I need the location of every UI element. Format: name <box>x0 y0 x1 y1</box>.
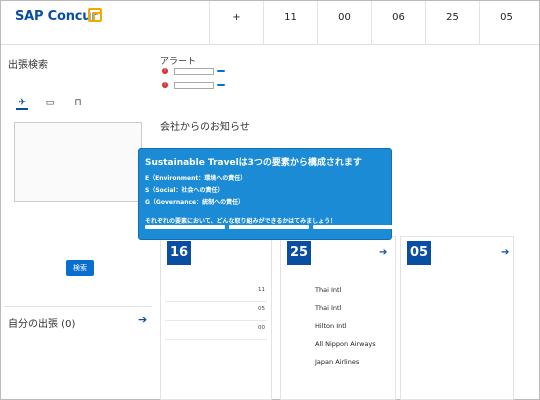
list-item[interactable]: 00 <box>165 321 267 340</box>
arrow-right-icon[interactable]: ➔ <box>138 313 147 326</box>
stat-expenses[interactable]: 05 <box>479 1 533 45</box>
popup-line-social: S（Social：社会への責任） <box>145 187 224 194</box>
stat-expenses-num: 05 <box>500 12 513 23</box>
stat-invoices-num: 06 <box>392 12 405 23</box>
sustainable-travel-popup[interactable]: Sustainable Travelは3つの要素から構成されます E（Envir… <box>138 148 393 240</box>
list-item[interactable]: Thai Intl <box>285 301 391 319</box>
alert-update-button[interactable] <box>217 70 225 72</box>
list-item[interactable] <box>405 337 509 355</box>
travel-mode-tabs: ✈ ▭ ⊓ <box>16 98 84 110</box>
stat-reports-num: 25 <box>446 12 459 23</box>
list-item[interactable]: Japan Airlines <box>285 355 391 373</box>
trip-search-tabs <box>12 80 28 87</box>
flight-icon[interactable]: ✈ <box>16 98 28 110</box>
list-item[interactable]: 11 <box>165 283 267 302</box>
alert-icon: ! <box>162 82 168 88</box>
reports-list: Thai Intl Thai Intl Hilton Intl All Nipp… <box>285 283 391 373</box>
my-trips-panel: 自分の出張 (0) ➔ <box>4 306 152 396</box>
list-item[interactable] <box>405 283 509 301</box>
alert-date-field[interactable] <box>174 81 214 89</box>
trip-search-title: 出張検索 <box>8 60 48 71</box>
list-item[interactable] <box>405 355 509 373</box>
row-vendor: All Nippon Airways <box>315 340 376 348</box>
trip-search-form[interactable] <box>14 122 142 202</box>
row-vendor: Thai Intl <box>315 304 342 312</box>
sap-concur-logo[interactable]: SAP Concur <box>15 9 98 24</box>
popup-buttons <box>145 225 393 229</box>
stat-invoices[interactable]: 06 <box>371 1 425 45</box>
governance-button[interactable] <box>313 225 393 229</box>
alert-icon: ! <box>162 68 168 74</box>
row-vendor: Thai Intl <box>315 286 342 294</box>
environment-button[interactable] <box>145 225 225 229</box>
stat-purchase-num: 00 <box>338 12 351 23</box>
popup-question: それぞれの要素において、どんな取り組みができるかはてみましょう！ <box>145 218 337 225</box>
row-value: 05 <box>258 306 265 312</box>
alert-row: ! <box>162 66 225 76</box>
trip-search-panel: 出張検索 ✈ ▭ ⊓ 検索 <box>4 50 152 298</box>
list-item[interactable]: 05 <box>165 302 267 321</box>
list-item[interactable]: All Nippon Airways <box>285 337 391 355</box>
reports-count: 25 <box>287 241 311 265</box>
arrow-right-icon[interactable]: ➔ <box>501 247 509 258</box>
train-icon[interactable]: ▭ <box>44 98 56 110</box>
popup-title: Sustainable Travelは3つの要素から構成されます <box>145 158 362 168</box>
row-value: 11 <box>258 287 265 293</box>
list-item[interactable]: Hilton Intl <box>285 319 391 337</box>
stat-new-num: + <box>232 12 241 23</box>
alert-row: ! <box>162 80 225 90</box>
expenses-list <box>405 283 509 373</box>
list-item[interactable]: Thai Intl <box>285 283 391 301</box>
expenses-count: 05 <box>407 241 431 265</box>
row-value: 00 <box>258 325 265 331</box>
alert-date-field[interactable] <box>174 67 214 75</box>
approvals-count: 16 <box>167 241 191 265</box>
hotel-icon[interactable]: ⊓ <box>72 98 84 110</box>
stat-purchase-requests[interactable]: 00 <box>317 1 371 45</box>
reports-card: 25 ➔ Thai Intl Thai Intl Hilton Intl All… <box>280 236 396 400</box>
stat-approvals[interactable]: 11 <box>263 1 317 45</box>
concur-logo-icon <box>88 8 102 22</box>
popup-line-environment: E（Environment：環境への責任） <box>145 175 247 182</box>
quick-stats: + 11 00 06 25 05 <box>209 1 533 45</box>
alert-update-button[interactable] <box>217 84 225 86</box>
social-button[interactable] <box>229 225 309 229</box>
arrow-right-icon[interactable]: ➔ <box>379 247 387 258</box>
stat-reports[interactable]: 25 <box>425 1 479 45</box>
approvals-list: 11 05 00 <box>165 283 267 340</box>
list-item[interactable] <box>405 301 509 319</box>
row-vendor: Hilton Intl <box>315 322 347 330</box>
row-vendor: Japan Airlines <box>315 358 360 366</box>
top-header: SAP Concur + 11 00 06 25 05 <box>1 1 539 45</box>
search-button[interactable]: 検索 <box>66 260 94 276</box>
my-trips-title: 自分の出張 (0) <box>8 319 76 330</box>
company-news-title: 会社からのお知らせ <box>160 122 250 133</box>
list-item[interactable] <box>405 319 509 337</box>
approvals-card: 16 11 05 00 <box>160 236 272 400</box>
stat-new[interactable]: + <box>209 1 263 45</box>
expenses-card: 05 ➔ <box>400 236 514 400</box>
popup-line-governance: G（Governance：統制への責任） <box>145 199 245 206</box>
stat-approvals-num: 11 <box>284 12 297 23</box>
